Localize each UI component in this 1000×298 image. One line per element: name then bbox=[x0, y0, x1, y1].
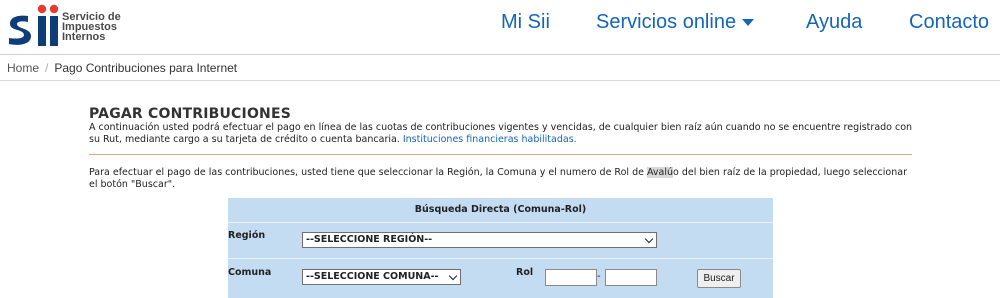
nav-mi-sii-label: Mi Sii bbox=[501, 11, 550, 33]
comuna-select-value: --SELECCIONE COMUNA-- bbox=[306, 271, 439, 282]
buscar-button[interactable]: Buscar bbox=[697, 269, 741, 288]
nav-servicios-online[interactable]: Servicios online bbox=[596, 11, 755, 39]
instituciones-link[interactable]: Instituciones financieras habilitadas. bbox=[403, 134, 577, 145]
nav-ayuda-label: Ayuda bbox=[806, 11, 863, 33]
search-panel: Búsqueda Directa (Comuna-Rol) Región --S… bbox=[228, 198, 773, 298]
caret-down-icon bbox=[742, 19, 755, 27]
panel-divider bbox=[228, 258, 773, 259]
sii-logo-icon[interactable] bbox=[6, 4, 62, 48]
nav-contacto-label: Contacto bbox=[909, 11, 990, 33]
comuna-select[interactable]: --SELECCIONE COMUNA-- bbox=[302, 269, 461, 285]
logo-line-3: Internos bbox=[62, 31, 106, 43]
instructions-pre: Para efectuar el pago de las contribucio… bbox=[89, 167, 647, 178]
instructions-text: Para efectuar el pago de las contribucio… bbox=[89, 167, 914, 191]
rol-separator: - bbox=[597, 271, 601, 282]
section-divider bbox=[89, 154, 912, 155]
breadcrumb-divider bbox=[0, 80, 1000, 81]
site-header: Servicio de Impuestos Internos Mi Sii Se… bbox=[0, 0, 1000, 54]
region-label: Región bbox=[228, 230, 266, 241]
breadcrumb-home[interactable]: Home bbox=[7, 61, 39, 75]
comuna-label: Comuna bbox=[228, 267, 272, 278]
nav-mi-sii[interactable]: Mi Sii bbox=[501, 11, 550, 39]
header-divider bbox=[0, 54, 1000, 55]
breadcrumb: Home / Pago Contribuciones para Internet bbox=[7, 61, 237, 75]
nav-ayuda[interactable]: Ayuda bbox=[806, 11, 862, 39]
nav-contacto[interactable]: Contacto bbox=[909, 11, 989, 39]
instructions-highlight: Avalú bbox=[646, 167, 674, 178]
breadcrumb-separator: / bbox=[45, 61, 49, 75]
rol-label: Rol bbox=[516, 267, 534, 278]
page-title: PAGAR CONTRIBUCIONES bbox=[89, 106, 292, 122]
region-select[interactable]: --SELECCIONE REGIÓN-- bbox=[302, 232, 657, 248]
region-select-value: --SELECCIONE REGIÓN-- bbox=[306, 234, 433, 245]
chevron-down-icon bbox=[644, 234, 654, 244]
breadcrumb-current: Pago Contribuciones para Internet bbox=[54, 61, 238, 75]
nav-servicios-online-label: Servicios online bbox=[596, 11, 737, 33]
rol-input-1[interactable] bbox=[545, 269, 597, 286]
logo-wordmark: Servicio de Impuestos Internos bbox=[62, 12, 121, 43]
panel-divider bbox=[228, 222, 773, 223]
search-panel-heading: Búsqueda Directa (Comuna-Rol) bbox=[414, 204, 587, 215]
rol-input-2[interactable] bbox=[605, 269, 657, 286]
chevron-down-icon bbox=[448, 271, 458, 281]
intro-text: A continuación usted podrá efectuar el p… bbox=[89, 122, 914, 146]
